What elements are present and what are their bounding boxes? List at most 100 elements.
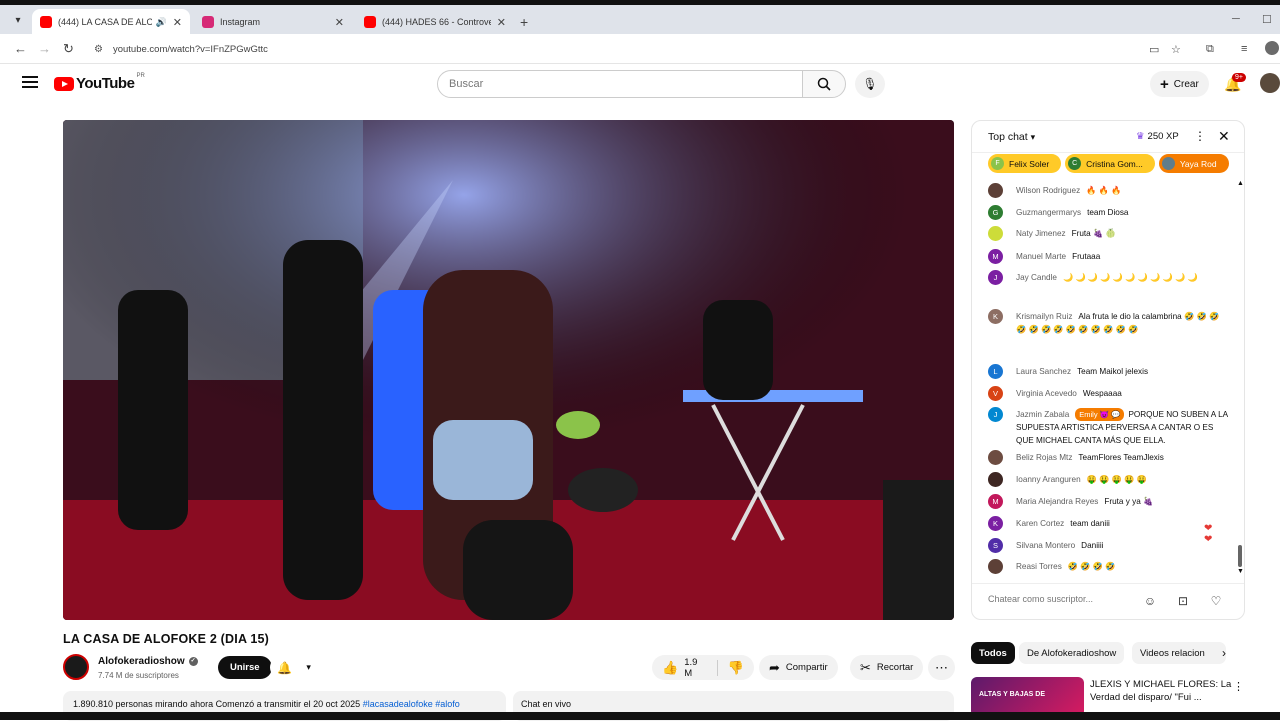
chat-message[interactable]: M Manuel Marte Frutaaa	[988, 247, 1228, 264]
tab-close-icon[interactable]: ✕	[497, 16, 506, 29]
chat-message[interactable]: G Guzmangermarys team Diosa	[988, 203, 1228, 220]
chat-author-name[interactable]: Karen Cortez	[1016, 519, 1064, 528]
reload-icon[interactable]: ↻	[63, 41, 74, 57]
chip-all[interactable]: Todos	[971, 642, 1015, 664]
browser-profile-avatar[interactable]	[1265, 41, 1279, 55]
chat-author-name[interactable]: Ioanny Aranguren	[1016, 475, 1081, 484]
chat-author-name[interactable]: Beliz Rojas Mtz	[1016, 453, 1072, 462]
maximize-icon[interactable]: ☐	[1262, 13, 1272, 26]
bookmark-star-icon[interactable]: ☆	[1171, 43, 1181, 56]
chip-related[interactable]: Videos relacion	[1132, 642, 1226, 664]
chat-message[interactable]: V Virginia Acevedo Wespaaaa	[988, 384, 1228, 401]
chat-author-name[interactable]: Jay Candle	[1016, 273, 1057, 282]
chat-author-avatar[interactable]: J	[988, 407, 1003, 422]
channel-name-container[interactable]: Alofokeradioshow ✓	[98, 656, 198, 667]
chat-author-avatar[interactable]	[988, 183, 1003, 198]
scroll-down-icon[interactable]: ▼	[1237, 568, 1244, 575]
chat-message[interactable]: Ioanny Aranguren 🤑 🤑 🤑 🤑 🤑	[988, 470, 1228, 487]
tab-search-chevron-icon[interactable]: ▾	[8, 11, 28, 31]
chat-author-name[interactable]: Manuel Marte	[1016, 252, 1066, 261]
chat-message[interactable]: Reasi Torres 🤣 🤣 🤣 🤣	[988, 557, 1228, 574]
chip-channel[interactable]: De Alofokeradioshow	[1019, 642, 1125, 664]
chat-message[interactable]: M Maria Alejandra Reyes Fruta y ya 🍇	[988, 492, 1228, 509]
thumbs-up-icon[interactable]: 👍	[662, 660, 678, 676]
new-tab-icon[interactable]: +	[520, 14, 528, 30]
chat-author-avatar[interactable]	[988, 450, 1003, 465]
chat-author-avatar[interactable]: M	[988, 494, 1003, 509]
search-button[interactable]	[802, 70, 846, 98]
speaker-icon[interactable]: 🔊	[156, 17, 167, 28]
chat-author-avatar[interactable]: S	[988, 538, 1003, 553]
chat-author-name[interactable]: Jazmin Zabala	[1016, 410, 1069, 419]
thumbs-down-icon[interactable]: 👎	[728, 660, 744, 676]
clip-button[interactable]: ✂ Recortar	[850, 655, 924, 680]
chat-message[interactable]: Wilson Rodriguez 🔥 🔥 🔥	[988, 181, 1228, 198]
chat-author-name[interactable]: Wilson Rodriguez	[1016, 186, 1080, 195]
chat-author-name[interactable]: Laura Sanchez	[1016, 367, 1071, 376]
minimize-icon[interactable]: ─	[1232, 13, 1240, 25]
video-player[interactable]	[63, 120, 954, 620]
chat-author-avatar[interactable]	[988, 226, 1003, 241]
chat-message[interactable]: K Karen Cortez team daniii	[988, 514, 1228, 531]
browser-tab-hades[interactable]: (444) HADES 66 - Controversia ✕	[356, 9, 514, 35]
chat-message[interactable]: J Jazmin Zabala Emily 😈 💬 PORQUE NO SUBEN A…	[988, 405, 1228, 447]
subscription-bell-button[interactable]: 🔔 ▾	[270, 656, 318, 679]
description-hashtags[interactable]: #lacasadealofoke #alofo	[363, 699, 460, 709]
search-input[interactable]: Buscar	[437, 70, 803, 98]
menu-icon[interactable]	[22, 76, 38, 90]
scroll-thumb[interactable]	[1238, 545, 1242, 567]
chat-more-options-icon[interactable]: ⋮	[1194, 129, 1206, 143]
join-button[interactable]: Unirse	[218, 656, 272, 679]
chat-scrollbar[interactable]: ▲ ▼	[1237, 180, 1244, 579]
heart-icon[interactable]: ♡	[1208, 593, 1224, 609]
close-chat-icon[interactable]: ✕	[1218, 128, 1230, 145]
ticker-item[interactable]: F Felix Soler	[988, 154, 1062, 173]
browser-tab-instagram[interactable]: Instagram ✕	[194, 9, 352, 35]
create-button[interactable]: + Crear	[1150, 71, 1209, 97]
chat-mode-dropdown[interactable]: Top chat ▾	[988, 131, 1035, 143]
chat-author-avatar[interactable]: J	[988, 270, 1003, 285]
chat-author-avatar[interactable]: L	[988, 364, 1003, 379]
channel-avatar[interactable]	[63, 654, 89, 680]
url-field[interactable]: ⚙ youtube.com/watch?v=IFnZPGwGttc	[86, 38, 1136, 60]
more-actions-button[interactable]: ⋯	[928, 655, 955, 680]
chat-author-avatar[interactable]: V	[988, 386, 1003, 401]
chat-message[interactable]: Beliz Rojas Mtz TeamFlores TeamJlexis	[988, 448, 1228, 465]
browser-tab-active[interactable]: (444) LA CASA DE ALOFOKE 2 🔊 ✕	[32, 9, 190, 35]
chat-author-avatar[interactable]	[988, 559, 1003, 574]
super-chat-icon[interactable]: ⊡	[1175, 593, 1191, 609]
cast-icon[interactable]: ▭	[1149, 43, 1159, 56]
chat-message[interactable]: K Krismailyn Ruiz Ala fruta le dio la cala…	[988, 307, 1228, 336]
voice-search-button[interactable]: 🎙	[855, 70, 885, 98]
chat-author-avatar[interactable]: M	[988, 249, 1003, 264]
chat-author-avatar[interactable]: K	[988, 516, 1003, 531]
related-video-title[interactable]: JLEXIS Y MICHAEL FLORES: La Verdad del d…	[1090, 678, 1238, 704]
site-info-icon[interactable]: ⚙	[94, 44, 103, 55]
chevron-right-icon[interactable]: ›	[1222, 646, 1226, 660]
media-controls-icon[interactable]: ≡	[1241, 43, 1247, 55]
chat-input[interactable]: Chatear como suscriptor...	[988, 594, 1138, 604]
like-count[interactable]: 1.9 M	[684, 657, 707, 679]
youtube-logo[interactable]: YouTube PR	[54, 73, 145, 92]
chat-message[interactable]: L Laura Sanchez Team Maikol jelexis	[988, 362, 1228, 379]
chat-author-avatar[interactable]: K	[988, 309, 1003, 324]
back-icon[interactable]: ←	[14, 41, 27, 56]
extensions-icon[interactable]: ⧉	[1206, 43, 1214, 56]
chat-author-name[interactable]: Virginia Acevedo	[1016, 389, 1077, 398]
chat-message[interactable]: J Jay Candle 🌙 🌙 🌙 🌙 🌙 🌙 🌙 🌙 🌙 🌙 🌙	[988, 268, 1228, 285]
chat-author-name[interactable]: Maria Alejandra Reyes	[1016, 497, 1098, 506]
forward-icon[interactable]: →	[38, 41, 51, 56]
related-more-icon[interactable]: ⋮	[1233, 680, 1244, 693]
chat-message[interactable]: Naty Jimenez Fruta 🍇 🍈	[988, 224, 1228, 241]
chat-author-name[interactable]: Guzmangermarys	[1016, 208, 1081, 217]
chat-author-avatar[interactable]	[988, 472, 1003, 487]
user-avatar[interactable]	[1260, 73, 1280, 93]
chat-author-avatar[interactable]: G	[988, 205, 1003, 220]
emoji-icon[interactable]: ☺	[1142, 593, 1158, 609]
chat-author-name[interactable]: Silvana Montero	[1016, 541, 1075, 550]
ticker-item[interactable]: C Cristina Gom...	[1065, 154, 1155, 173]
chat-author-name[interactable]: Krismailyn Ruiz	[1016, 312, 1072, 321]
chat-author-name[interactable]: Naty Jimenez	[1016, 229, 1066, 238]
ticker-item[interactable]: Yaya Rod	[1158, 154, 1229, 173]
chat-message[interactable]: S Silvana Montero Daniiii	[988, 536, 1228, 553]
